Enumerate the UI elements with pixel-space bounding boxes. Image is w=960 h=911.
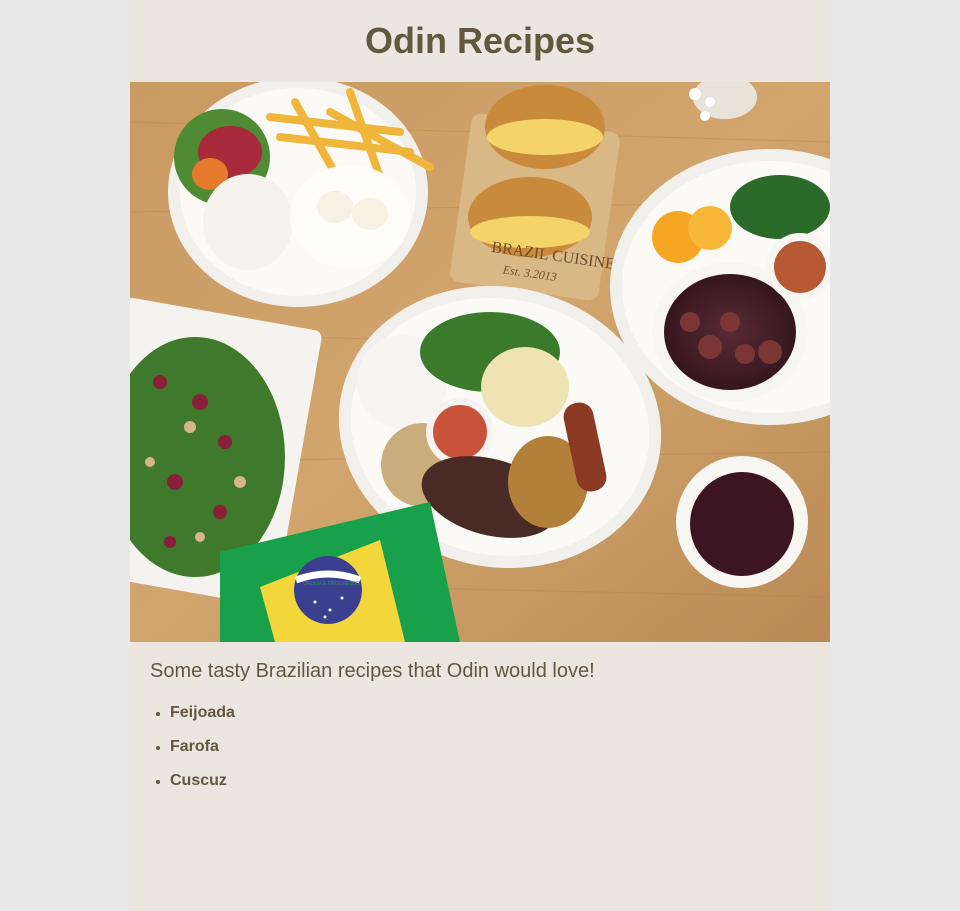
sandwich-board: BRAZIL CUISINE Est. 3.2013: [450, 85, 620, 301]
hero-image: BRAZIL CUISINE Est. 3.2013 ORDEM E PROGR…: [130, 82, 830, 642]
page-title: Odin Recipes: [364, 20, 596, 61]
list-item: Feijoada: [170, 702, 235, 736]
list-item: Cuscuz: [170, 770, 235, 804]
recipe-list: Feijoada Farofa Cuscuz: [150, 702, 235, 804]
recipe-link-cuscuz[interactable]: Cuscuz: [170, 772, 227, 789]
list-item: Farofa: [170, 736, 235, 770]
recipe-link-feijoada[interactable]: Feijoada: [170, 704, 235, 721]
bowl-sauce: [676, 456, 808, 588]
page-container: Odin Recipes BRAZIL CUISINE Est. 3.2013 …: [130, 0, 830, 911]
recipe-link-farofa[interactable]: Farofa: [170, 738, 219, 755]
svg-text:ORDEM E PROGRESSO: ORDEM E PROGRESSO: [303, 581, 360, 587]
intro-text: Some tasty Brazilian recipes that Odin w…: [150, 660, 595, 682]
